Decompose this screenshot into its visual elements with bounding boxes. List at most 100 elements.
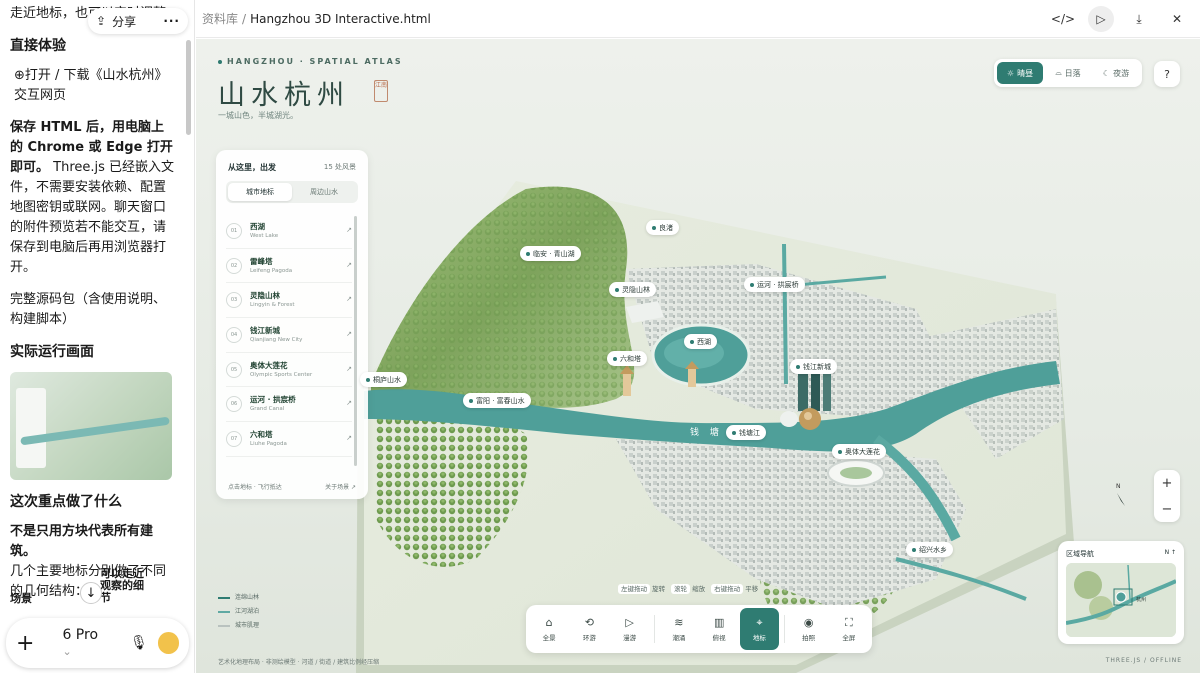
brand-title: 山水杭州 <box>218 80 350 111</box>
toolbar-photo-button[interactable]: ◉ 拍照 <box>790 608 828 650</box>
map-label-tonglu[interactable]: 桐庐山水 <box>360 372 407 387</box>
list-item-en: Grand Canal <box>250 406 285 413</box>
composer-bar: + 6 Pro ⌄ 🎙 <box>6 618 189 668</box>
list-heading: 从这里，出发 15 处风景 <box>228 162 356 173</box>
home-icon: ⌂ <box>545 615 553 629</box>
map-label-aoti[interactable]: 奥体大莲花 <box>832 444 886 459</box>
map-label-text: 临安 · 青山湖 <box>533 249 575 258</box>
heading-running: 实际运行画面 <box>10 344 94 360</box>
map-label-lingyin[interactable]: 灵隐山林 <box>609 282 656 297</box>
zoom-out-button[interactable]: − <box>1154 496 1180 522</box>
add-attachment-button[interactable]: + <box>16 631 34 656</box>
list-tabs: 城市地标 周边山水 <box>226 181 358 203</box>
list-item[interactable]: 02 雷峰塔 Leifeng Pagoda ↗ <box>226 249 352 284</box>
minimap-title: 区域导航 <box>1066 550 1094 558</box>
tab-nearby-scenery[interactable]: 周边山水 <box>292 183 356 201</box>
close-button[interactable]: ✕ <box>1164 6 1190 32</box>
share-button[interactable]: ⇪ 分享 ··· <box>88 8 188 34</box>
pin-dot-icon <box>838 449 842 454</box>
map-label-liuhe[interactable]: 六和塔 <box>607 351 647 366</box>
moon-icon: ☾ <box>1102 68 1111 78</box>
open-download-link[interactable]: ⊕打开 / 下载《山水杭州》交互网页 <box>10 66 175 106</box>
send-button[interactable] <box>157 632 179 654</box>
compass[interactable]: N <box>1116 483 1125 506</box>
brand-dot-icon <box>218 59 222 64</box>
mode-sunset[interactable]: ⌓ 日落 <box>1045 62 1091 84</box>
tab-city-landmarks[interactable]: 城市地标 <box>228 183 292 201</box>
list-item[interactable]: 01 西湖 West Lake ↗ <box>226 214 352 249</box>
compass-needle-icon <box>1117 493 1125 506</box>
share-icon: ⇪ <box>96 14 107 28</box>
landmark-list-panel: 从这里，出发 15 处风景 城市地标 周边山水 01 西湖 West Lake ↗ 0… <box>216 150 368 499</box>
toolbar-fullscreen-button[interactable]: ⛶ 全屏 <box>830 608 868 650</box>
map-label-shaoxing[interactable]: 绍兴水乡 <box>906 542 953 557</box>
list-item[interactable]: 07 六和塔 Liuhe Pagoda ↗ <box>226 422 352 457</box>
toolbar-landmark-button[interactable]: ⌖ 地标 <box>740 608 779 650</box>
more-icon[interactable]: ··· <box>163 14 180 28</box>
close-icon: ✕ <box>1171 12 1183 26</box>
about-scene-link[interactable]: 关于场景 ↗ <box>325 482 356 491</box>
model-selector[interactable]: 6 Pro ⌄ <box>62 627 110 659</box>
list-item-number: 05 <box>226 361 242 378</box>
toolbar-divider <box>653 615 655 643</box>
download-button[interactable]: ⤓ <box>1126 6 1152 32</box>
list-item[interactable]: 05 奥体大莲花 Olympic Sports Center ↗ <box>226 353 352 388</box>
map-label-liangzhu[interactable]: 良渚 <box>646 220 679 235</box>
list-scrollbar[interactable] <box>354 216 357 466</box>
zoom-in-button[interactable]: + <box>1154 470 1180 496</box>
mode-night-label: 夜游 <box>1113 68 1130 78</box>
map-label-text: 六和塔 <box>620 354 641 363</box>
mode-day[interactable]: ☼ 晴昼 <box>997 62 1043 84</box>
toolbar-overview-button[interactable]: ⌂ 全景 <box>530 608 568 650</box>
toolbar-roam-button[interactable]: ▷ 漫游 <box>611 608 649 650</box>
brand-seal: 江南 <box>374 80 388 102</box>
package-text: 完整源码包（含使用说明、构建脚本） <box>10 292 167 327</box>
hint-action: 平移 <box>745 585 759 593</box>
breadcrumb-library[interactable]: 资料库 <box>202 10 238 27</box>
map-label-linan[interactable]: 临安 · 青山湖 <box>520 246 581 261</box>
legend-item: 连绵山林 <box>218 591 259 605</box>
map-label-qiantangjiang[interactable]: 钱塘江 <box>726 425 766 440</box>
chat-scrollbar[interactable] <box>186 40 191 135</box>
preview-button[interactable]: ▷ <box>1088 6 1114 32</box>
list-item-number: 04 <box>226 326 242 343</box>
list-item[interactable]: 03 灵隐山林 Lingyin & Forest ↗ <box>226 283 352 319</box>
toolbar-orbit-button[interactable]: ⟲ 环游 <box>570 608 608 650</box>
minimap[interactable]: 区域导航 N ↑ 杭州 <box>1058 541 1184 644</box>
map-label-xihu[interactable]: 西湖 <box>684 334 717 349</box>
list-count: 15 处风景 <box>323 163 356 171</box>
list-heading-text: 从这里，出发 <box>228 163 276 172</box>
map-label-fuyang[interactable]: 富阳 · 富春山水 <box>463 393 531 408</box>
list-item-number: 06 <box>226 396 242 413</box>
scroll-down-button[interactable]: ↓ <box>80 582 102 604</box>
map-label-yunhe[interactable]: 运河 · 拱宸桥 <box>744 277 805 292</box>
map-label-text: 运河 · 拱宸桥 <box>757 280 799 289</box>
toolbar-tide-button[interactable]: ≋ 潮涌 <box>660 608 698 650</box>
landmark-list: 01 西湖 West Lake ↗ 02 雷峰塔 Leifeng Pagoda ↗ 03 灵隐… <box>226 214 352 457</box>
mode-night[interactable]: ☾ 夜游 <box>1093 62 1139 84</box>
toolbar-label: 全屏 <box>842 633 856 642</box>
legend-label: 城市肌理 <box>235 622 260 629</box>
help-button[interactable]: ? <box>1154 61 1180 87</box>
list-item-name: 运河 · 拱宸桥 <box>250 395 296 405</box>
map-label-qianjiang[interactable]: 钱江新城 <box>790 359 837 374</box>
compass-n-label: N <box>1116 483 1121 490</box>
pin-dot-icon <box>690 339 694 344</box>
toolbar-topview-button[interactable]: ▥ 俯视 <box>700 608 738 650</box>
save-tip: 保存 HTML 后，用电脑上的 Chrome 或 Edge 打开即可。 Thre… <box>10 118 175 278</box>
screenshot-thumbnail[interactable] <box>10 372 172 480</box>
microphone-button[interactable]: 🎙 <box>130 635 148 651</box>
toolbar-label: 潮涌 <box>672 633 686 642</box>
pin-dot-icon <box>750 282 754 287</box>
list-item-name: 奥体大莲花 <box>250 360 288 370</box>
map-label-text: 灵隐山林 <box>622 285 650 294</box>
pin-dot-icon <box>732 430 736 435</box>
code-view-button[interactable]: </> <box>1050 6 1076 32</box>
grand-canal <box>782 243 788 385</box>
list-item[interactable]: 04 钱江新城 Qianjiang New City ↗ <box>226 318 352 353</box>
list-item[interactable]: 06 运河 · 拱宸桥 Grand Canal ↗ <box>226 387 352 423</box>
hint-key: 左键拖动 <box>618 584 650 594</box>
list-item-en: Leifeng Pagoda <box>250 267 293 274</box>
minimap-view[interactable]: 杭州 <box>1066 563 1176 637</box>
chat-scroll-area[interactable]: 走近地标，也可以实时调整 直接体验 ⊕打开 / 下载《山水杭州》交互网页 保存 … <box>0 0 185 600</box>
